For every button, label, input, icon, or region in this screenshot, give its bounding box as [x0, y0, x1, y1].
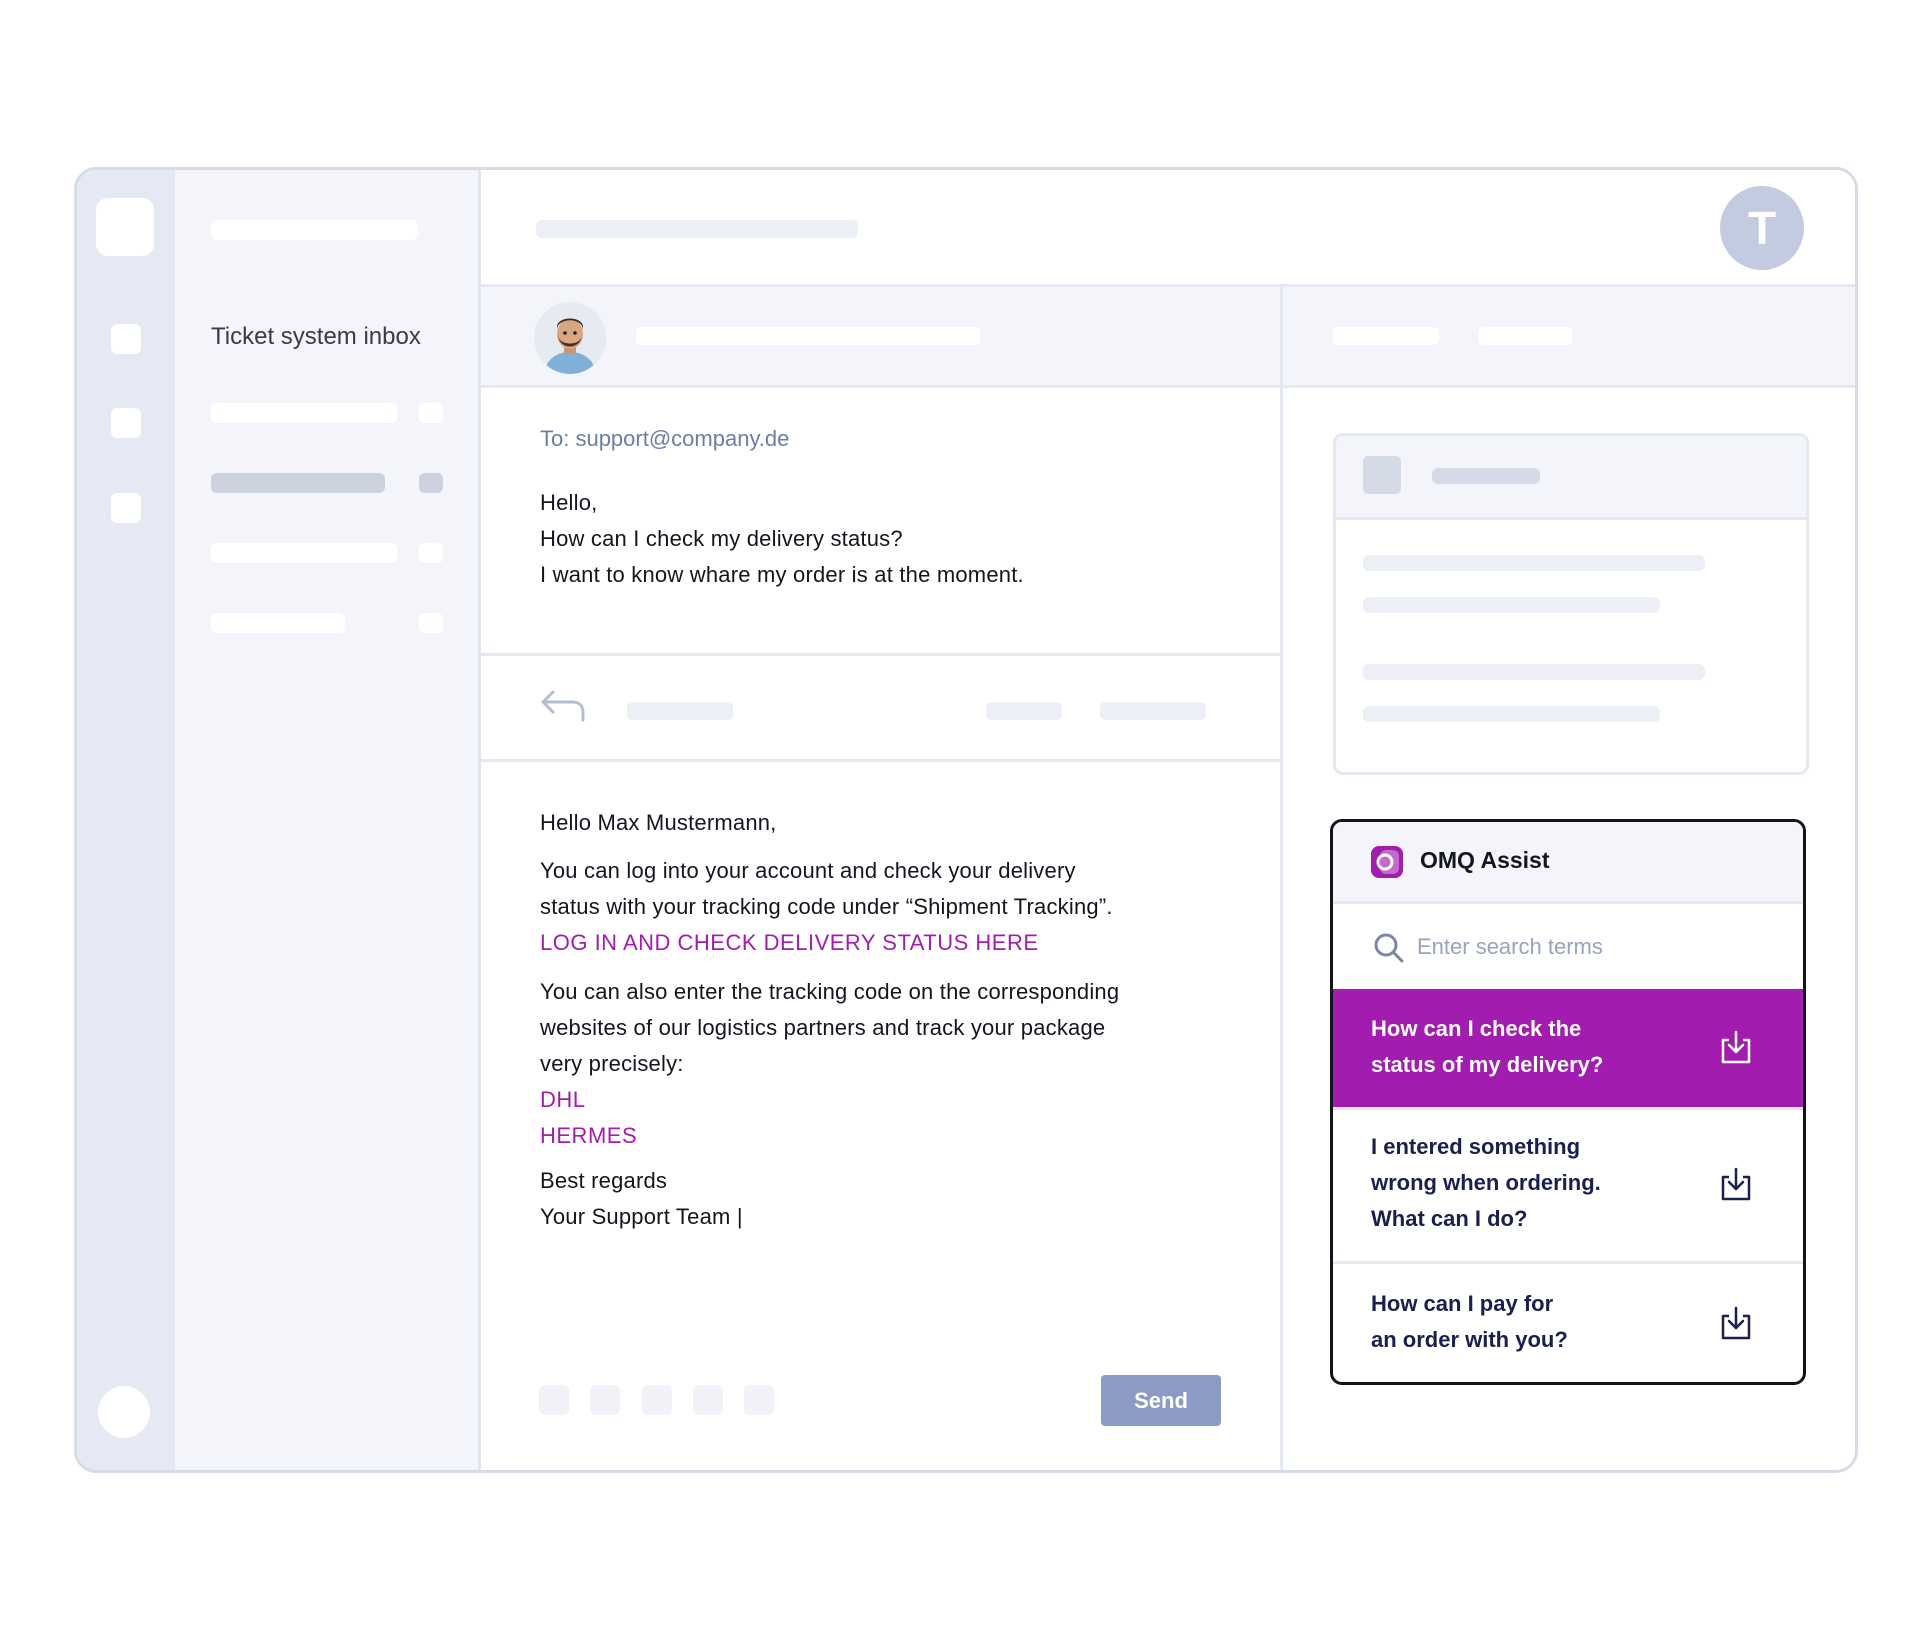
- sidebar-item-3[interactable]: [211, 543, 397, 563]
- profile-icon[interactable]: [98, 1386, 150, 1438]
- result-1-text: How can I check the status of my deliver…: [1371, 1011, 1603, 1083]
- reply-p2-line2: websites of our logistics partners and t…: [540, 1015, 1106, 1040]
- mail-column: To: support@company.de Hello, How can I …: [481, 287, 1283, 1470]
- sidebar-item-1[interactable]: [211, 403, 397, 423]
- search-icon: [1374, 933, 1404, 963]
- reply-paragraph-2: You can also enter the tracking code on …: [540, 974, 1119, 1154]
- assist-result-1[interactable]: How can I check the status of my deliver…: [1333, 989, 1803, 1107]
- email-line-2: How can I check my delivery status?: [540, 526, 903, 551]
- assist-search: [1333, 904, 1803, 989]
- nav-icon-1[interactable]: [111, 324, 141, 354]
- reply-closing-1: Best regards: [540, 1168, 668, 1193]
- result-3-line-1: How can I pay for: [1371, 1291, 1554, 1316]
- sender-avatar: [534, 302, 606, 374]
- reply-p1-line2: status with your tracking code under “Sh…: [540, 894, 1113, 919]
- sidebar-item-2-active[interactable]: [211, 473, 385, 493]
- format-tool-2[interactable]: [590, 1385, 620, 1415]
- reply-label-placeholder: [627, 702, 733, 720]
- insert-icon[interactable]: [1719, 1306, 1753, 1342]
- info-card: [1333, 433, 1809, 775]
- sidebar-item-1-count: [419, 403, 443, 423]
- info-card-line-3: [1363, 664, 1705, 680]
- sidebar-item-4[interactable]: [211, 613, 345, 633]
- dhl-link[interactable]: DHL: [540, 1082, 1119, 1118]
- nav-icon-3[interactable]: [111, 493, 141, 523]
- reply-closing-2: Your Support Team |: [540, 1204, 743, 1229]
- result-1-line-1: How can I check the: [1371, 1016, 1582, 1041]
- sidebar-header-placeholder: [211, 220, 418, 240]
- sidebar-item-4-count: [419, 613, 443, 633]
- topbar-title-placeholder: [536, 220, 858, 238]
- top-bar: T: [481, 170, 1855, 287]
- info-card-icon: [1363, 456, 1401, 494]
- hermes-link[interactable]: HERMES: [540, 1118, 1119, 1154]
- reply-greeting: Hello Max Mustermann,: [540, 810, 777, 835]
- right-tab-2[interactable]: [1478, 327, 1572, 345]
- insert-icon[interactable]: [1719, 1030, 1753, 1066]
- result-2-line-1: I entered something: [1371, 1134, 1581, 1159]
- sidebar-title: Ticket system inbox: [211, 323, 421, 350]
- right-tab-1[interactable]: [1333, 327, 1439, 345]
- sidebar-item-3-count: [419, 543, 443, 563]
- result-1-line-2: status of my delivery?: [1371, 1052, 1604, 1077]
- format-tool-3[interactable]: [642, 1385, 672, 1415]
- reply-paragraph-1: You can log into your account and check …: [540, 853, 1113, 961]
- reply-action-2[interactable]: [1100, 702, 1206, 720]
- format-tool-5[interactable]: [744, 1385, 774, 1415]
- sidebar: Ticket system inbox: [175, 170, 481, 1470]
- reply-p1-line1: You can log into your account and check …: [540, 858, 1076, 883]
- info-card-header: [1336, 436, 1806, 520]
- email-message: Hello, How can I check my delivery statu…: [540, 485, 1024, 593]
- reply-compose[interactable]: Hello Max Mustermann, You can log into y…: [481, 762, 1280, 1470]
- assist-title: OMQ Assist: [1420, 847, 1550, 873]
- reply-toolbar: [481, 656, 1280, 762]
- omq-logo-icon: [1371, 846, 1403, 878]
- recipient-address: To: support@company.de: [540, 426, 790, 451]
- mail-header: [481, 287, 1280, 388]
- icon-rail: [77, 170, 175, 1470]
- login-link[interactable]: LOG IN AND CHECK DELIVERY STATUS HERE: [540, 925, 1113, 961]
- result-2-text: I entered something wrong when ordering.…: [1371, 1129, 1601, 1237]
- reply-icon[interactable]: [539, 686, 587, 726]
- incoming-email: To: support@company.de Hello, How can I …: [481, 388, 1280, 656]
- result-3-text: How can I pay for an order with you?: [1371, 1286, 1568, 1358]
- result-2-line-3: What can I do?: [1371, 1206, 1528, 1231]
- send-button[interactable]: Send: [1101, 1375, 1221, 1426]
- right-header: [1283, 287, 1855, 388]
- omq-assist-panel: OMQ Assist How can I check the status of…: [1330, 819, 1806, 1385]
- result-3-line-2: an order with you?: [1371, 1327, 1568, 1352]
- sender-name-placeholder: [636, 327, 980, 345]
- info-card-line-4: [1363, 706, 1660, 722]
- assist-result-3[interactable]: How can I pay for an order with you?: [1333, 1261, 1803, 1382]
- info-card-title-placeholder: [1432, 468, 1540, 484]
- sidebar-item-2-count: [419, 473, 443, 493]
- info-card-line-1: [1363, 555, 1705, 571]
- email-line-1: Hello,: [540, 490, 598, 515]
- reply-closing: Best regards Your Support Team |: [540, 1163, 743, 1235]
- reply-action-1[interactable]: [986, 702, 1062, 720]
- reply-p2-line1: You can also enter the tracking code on …: [540, 979, 1120, 1004]
- reply-p2-line3: very precisely:: [540, 1051, 684, 1076]
- insert-icon[interactable]: [1719, 1167, 1753, 1203]
- assist-header: OMQ Assist: [1333, 822, 1803, 904]
- app-logo[interactable]: [96, 198, 154, 256]
- format-tool-1[interactable]: [539, 1385, 569, 1415]
- search-input[interactable]: [1415, 924, 1759, 970]
- email-line-3: I want to know whare my order is at the …: [540, 562, 1024, 587]
- result-2-line-2: wrong when ordering.: [1371, 1170, 1601, 1195]
- nav-icon-2[interactable]: [111, 408, 141, 438]
- assist-result-2[interactable]: I entered something wrong when ordering.…: [1333, 1107, 1803, 1261]
- user-avatar[interactable]: T: [1720, 186, 1804, 270]
- format-tool-4[interactable]: [693, 1385, 723, 1415]
- info-card-line-2: [1363, 597, 1660, 613]
